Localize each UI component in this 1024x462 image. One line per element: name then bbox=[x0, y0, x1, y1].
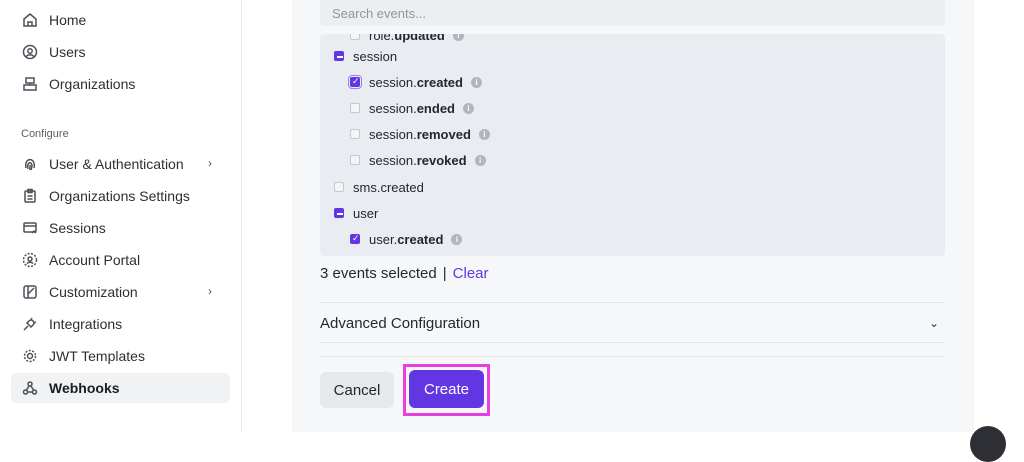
advanced-configuration-toggle[interactable]: Advanced Configuration ⌄ bbox=[320, 312, 945, 334]
event-name: removed bbox=[416, 126, 471, 142]
event-item-role-updated[interactable]: role. updated i bbox=[350, 34, 464, 45]
sidebar-item-label: Organizations bbox=[49, 76, 136, 92]
sidebar-item-label: Organizations Settings bbox=[49, 188, 190, 204]
gear-icon bbox=[21, 347, 39, 365]
create-button[interactable]: Create bbox=[409, 370, 484, 408]
sidebar-item-home[interactable]: Home bbox=[11, 5, 230, 35]
main-content: Search events... role. updated i session … bbox=[242, 0, 1024, 462]
info-icon: i bbox=[451, 233, 463, 245]
sidebar-item-integrations[interactable]: Integrations bbox=[11, 309, 230, 339]
plug-icon bbox=[21, 315, 39, 333]
events-list[interactable]: role.updated i session session.created i… bbox=[320, 34, 945, 256]
checkbox-indeterminate[interactable] bbox=[334, 51, 344, 61]
event-prefix: user. bbox=[369, 231, 398, 247]
checkbox-checked[interactable] bbox=[348, 75, 362, 89]
info-icon: i bbox=[478, 128, 490, 140]
info-icon: i bbox=[463, 102, 474, 114]
help-button[interactable] bbox=[970, 426, 1006, 462]
event-group-label: session bbox=[353, 48, 398, 64]
event-item-user-created[interactable]: user.created i bbox=[350, 229, 463, 249]
search-events-input[interactable]: Search events... bbox=[320, 0, 945, 26]
info-icon: i bbox=[452, 34, 464, 41]
user-circle-icon bbox=[21, 43, 39, 61]
checkbox-indeterminate[interactable] bbox=[334, 208, 344, 218]
divider bbox=[320, 302, 945, 303]
checkbox[interactable] bbox=[334, 182, 344, 192]
chevron-right-icon: › bbox=[208, 284, 212, 298]
fingerprint-icon bbox=[21, 155, 39, 173]
session-icon bbox=[21, 219, 39, 237]
chevron-right-icon: › bbox=[208, 156, 212, 170]
event-prefix: role. bbox=[369, 34, 395, 43]
divider bbox=[320, 342, 945, 343]
event-name: ended bbox=[416, 100, 455, 116]
sidebar-item-jwt-templates[interactable]: JWT Templates bbox=[11, 341, 230, 371]
webhook-icon bbox=[21, 379, 39, 397]
event-group-label: user bbox=[353, 205, 379, 221]
chevron-down-icon: ⌄ bbox=[928, 316, 939, 330]
event-name: updated bbox=[394, 34, 445, 43]
checkbox[interactable] bbox=[350, 103, 360, 113]
event-prefix: session. bbox=[369, 126, 417, 142]
separator: | bbox=[442, 265, 447, 282]
section-label-configure: Configure bbox=[21, 128, 69, 140]
event-item-session-revoked[interactable]: session. revoked i bbox=[350, 150, 486, 170]
event-prefix: session. bbox=[369, 152, 417, 168]
sidebar-item-label: Customization bbox=[49, 284, 138, 300]
cancel-button[interactable]: Cancel bbox=[320, 372, 394, 408]
sidebar-item-label: User & Authentication bbox=[49, 156, 184, 172]
event-group-session[interactable]: session bbox=[334, 46, 397, 66]
sidebar-item-users[interactable]: Users bbox=[11, 37, 230, 67]
sidebar-item-customization[interactable]: Customization › bbox=[11, 277, 230, 307]
checkbox[interactable] bbox=[350, 34, 360, 40]
sidebar-item-webhooks[interactable]: Webhooks bbox=[11, 373, 230, 403]
checkbox-checked[interactable] bbox=[350, 233, 360, 244]
info-icon: i bbox=[474, 154, 486, 166]
sidebar-item-sessions[interactable]: Sessions bbox=[11, 213, 230, 243]
sidebar-item-account-portal[interactable]: Account Portal bbox=[11, 245, 230, 275]
event-name: created bbox=[416, 74, 463, 90]
advanced-configuration-label: Advanced Configuration bbox=[320, 314, 481, 332]
palette-icon bbox=[21, 283, 39, 301]
divider bbox=[320, 356, 945, 357]
sidebar-item-label: Integrations bbox=[49, 316, 123, 332]
sidebar-item-label: Home bbox=[49, 12, 87, 28]
webhook-form-panel: Search events... role. updated i session … bbox=[292, 0, 974, 432]
sidebar-item-label: Sessions bbox=[49, 220, 106, 236]
portal-icon bbox=[21, 251, 39, 269]
event-item-session-created[interactable]: session.created i bbox=[348, 72, 482, 92]
sidebar: Home Users Organizations Configure User … bbox=[0, 0, 242, 432]
event-prefix: session. bbox=[369, 74, 417, 90]
checkbox[interactable] bbox=[350, 155, 360, 165]
sidebar-item-label: Users bbox=[49, 44, 86, 60]
event-item-session-removed[interactable]: session. removed i bbox=[350, 124, 490, 144]
checkbox[interactable] bbox=[350, 129, 360, 139]
sidebar-item-label: Account Portal bbox=[49, 252, 141, 268]
info-icon: i bbox=[470, 76, 482, 88]
event-prefix: session. bbox=[369, 100, 417, 116]
sidebar-item-label: JWT Templates bbox=[49, 348, 145, 364]
clipboard-icon bbox=[21, 187, 39, 205]
event-group-user[interactable]: user bbox=[334, 203, 378, 223]
sidebar-item-label: Webhooks bbox=[49, 380, 120, 396]
event-name: created bbox=[397, 231, 444, 247]
selection-summary: 3 events selected | Clear bbox=[320, 265, 489, 282]
event-name: revoked bbox=[416, 152, 467, 168]
event-item-session-ended[interactable]: session. ended i bbox=[350, 98, 474, 118]
selected-count: 3 events selected bbox=[320, 265, 437, 282]
sidebar-item-organizations-settings[interactable]: Organizations Settings bbox=[11, 181, 230, 211]
home-icon bbox=[21, 11, 39, 29]
event-group-label: sms.created bbox=[353, 179, 424, 195]
sidebar-item-user-authentication[interactable]: User & Authentication › bbox=[11, 149, 230, 179]
clear-link[interactable]: Clear bbox=[453, 265, 489, 282]
sidebar-item-organizations[interactable]: Organizations bbox=[11, 69, 230, 99]
building-icon bbox=[21, 75, 39, 93]
event-group-sms-created[interactable]: sms.created bbox=[334, 177, 424, 197]
